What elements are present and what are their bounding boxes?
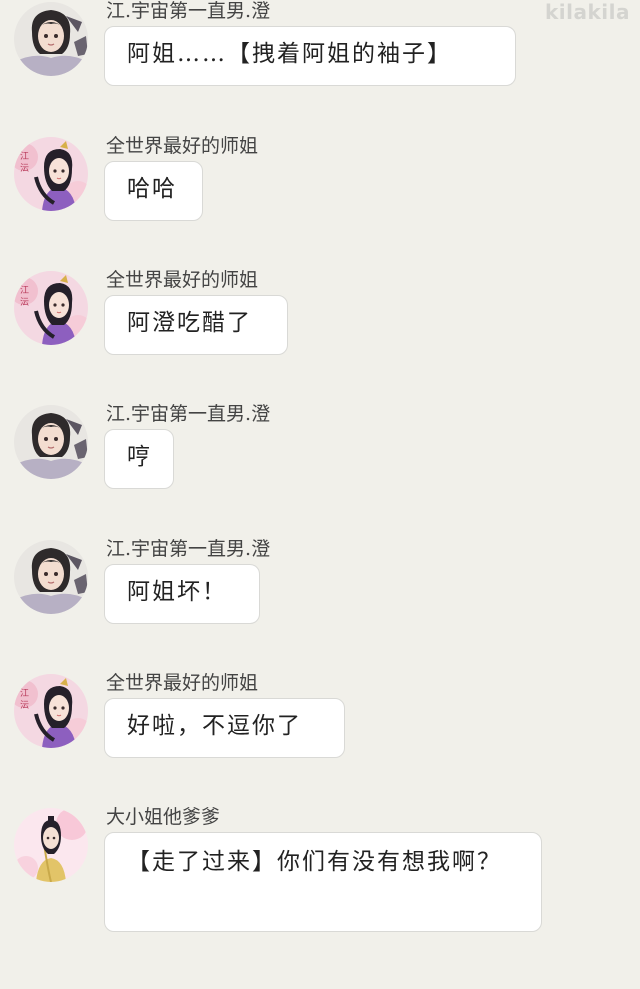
dad-avatar[interactable] [14,808,88,882]
message-bubble[interactable]: 阿姐坏！ [104,564,260,624]
jiang-cheng-avatar[interactable] [14,540,88,614]
message-bubble[interactable]: 阿姐……【拽着阿姐的袖子】 [104,26,516,86]
message-bubble[interactable]: 哼 [104,429,174,489]
message-bubble[interactable]: 好啦，不逗你了 [104,698,345,758]
kilakila-watermark: kilakila [544,0,630,24]
shijie-avatar[interactable] [14,674,88,748]
shijie-avatar[interactable] [14,137,88,211]
sender-name: 全世界最好的师姐 [106,269,259,291]
message-bubble[interactable]: 阿澄吃醋了 [104,295,288,355]
sender-name: 江.宇宙第一直男.澄 [106,538,271,560]
sender-name: 全世界最好的师姐 [106,135,259,157]
shijie-avatar[interactable] [14,271,88,345]
message-bubble[interactable]: 哈哈 [104,161,203,221]
jiang-cheng-avatar[interactable] [14,2,88,76]
sender-name: 江.宇宙第一直男.澄 [106,403,271,425]
sender-name: 大小姐他爹爹 [106,806,221,828]
sender-name: 江.宇宙第一直男.澄 [106,0,271,22]
jiang-cheng-avatar[interactable] [14,405,88,479]
sender-name: 全世界最好的师姐 [106,672,259,694]
message-bubble[interactable]: 【走了过来】你们有没有想我啊？ [104,832,542,932]
